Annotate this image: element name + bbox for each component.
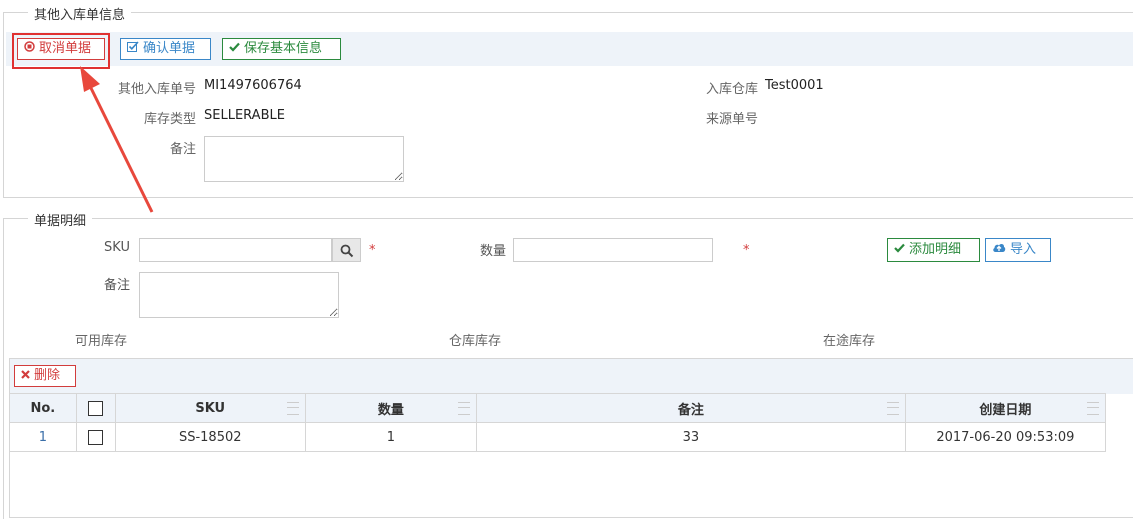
delete-button[interactable]: 删除 bbox=[14, 365, 76, 387]
row-no: 1 bbox=[9, 422, 77, 452]
add-detail-label: 添加明细 bbox=[909, 242, 962, 257]
column-menu-icon[interactable] bbox=[457, 402, 470, 415]
delete-label: 删除 bbox=[34, 368, 61, 383]
row-created: 2017-06-20 09:53:09 bbox=[904, 422, 1107, 452]
qty-label: 数量 bbox=[479, 244, 506, 259]
in-transit-stock-label: 在途库存 bbox=[823, 334, 876, 349]
warehouse-label: 入库仓库 bbox=[705, 82, 758, 97]
import-button[interactable]: 导入 bbox=[985, 238, 1051, 262]
sku-label: SKU bbox=[104, 240, 130, 255]
close-icon bbox=[21, 366, 30, 386]
col-header-created[interactable]: 创建日期 bbox=[904, 393, 1107, 423]
row-checkbox[interactable] bbox=[88, 429, 104, 445]
save-basic-info-label: 保存基本信息 bbox=[244, 41, 323, 56]
select-all-checkbox[interactable] bbox=[88, 400, 104, 416]
check-icon bbox=[894, 239, 905, 261]
col-header-remark-label: 备注 bbox=[677, 402, 704, 418]
remark-textarea[interactable] bbox=[204, 136, 404, 182]
col-header-sku-label: SKU bbox=[195, 400, 226, 416]
col-header-no-label: No. bbox=[30, 400, 56, 416]
detail-table: No. SKU 数量 备注 创建日期 1 SS-18502 1 33 2017-… bbox=[9, 393, 1107, 452]
source-no-label: 来源单号 bbox=[705, 112, 758, 127]
row-checkbox-cell bbox=[75, 422, 116, 452]
add-detail-button[interactable]: 添加明细 bbox=[887, 238, 980, 262]
annotation-arrow bbox=[80, 66, 154, 213]
order-info-title: 其他入库单信息 bbox=[28, 4, 132, 23]
stock-type-value: SELLERABLE bbox=[204, 108, 285, 123]
sku-input[interactable] bbox=[139, 238, 332, 262]
import-label: 导入 bbox=[1010, 242, 1037, 257]
search-icon bbox=[340, 244, 354, 262]
table-header-row: No. SKU 数量 备注 创建日期 bbox=[9, 393, 1107, 423]
confirm-order-button[interactable]: 确认单据 bbox=[120, 38, 211, 60]
col-header-qty-label: 数量 bbox=[377, 402, 404, 418]
save-basic-info-button[interactable]: 保存基本信息 bbox=[222, 38, 341, 60]
check-square-icon bbox=[127, 39, 139, 59]
confirm-order-label: 确认单据 bbox=[143, 41, 196, 56]
table-row[interactable]: 1 SS-18502 1 33 2017-06-20 09:53:09 bbox=[9, 422, 1107, 452]
detail-remark-textarea[interactable] bbox=[139, 272, 339, 318]
row-remark: 33 bbox=[475, 422, 906, 452]
row-qty: 1 bbox=[304, 422, 477, 452]
col-header-no: No. bbox=[9, 393, 77, 423]
check-icon bbox=[229, 39, 240, 59]
warehouse-value: Test0001 bbox=[765, 78, 824, 93]
column-menu-icon[interactable] bbox=[1087, 402, 1099, 415]
cancel-order-label: 取消单据 bbox=[39, 41, 92, 56]
col-header-sku[interactable]: SKU bbox=[114, 393, 306, 423]
available-stock-label: 可用库存 bbox=[75, 334, 128, 349]
order-no-value: MI1497606764 bbox=[204, 78, 302, 93]
row-sku: SS-18502 bbox=[114, 422, 306, 452]
qty-input[interactable] bbox=[513, 238, 713, 262]
cloud-upload-icon bbox=[992, 239, 1006, 261]
column-menu-icon[interactable] bbox=[286, 402, 299, 415]
circle-stop-icon bbox=[24, 39, 35, 59]
detail-title: 单据明细 bbox=[28, 210, 93, 229]
col-header-checkbox bbox=[75, 393, 116, 423]
sku-search-button[interactable] bbox=[332, 238, 361, 262]
detail-remark-label: 备注 bbox=[103, 278, 130, 293]
column-menu-icon[interactable] bbox=[886, 402, 899, 415]
grid-toolbar bbox=[10, 359, 1133, 394]
detail-grid: 删除 No. SKU 数量 备注 创建日期 1 SS-18502 1 33 20… bbox=[9, 358, 1133, 518]
warehouse-stock-label: 仓库库存 bbox=[449, 334, 502, 349]
col-header-remark[interactable]: 备注 bbox=[475, 393, 906, 423]
col-header-created-label: 创建日期 bbox=[979, 402, 1032, 418]
qty-required-mark: * bbox=[743, 243, 750, 258]
cancel-order-button[interactable]: 取消单据 bbox=[17, 38, 105, 60]
col-header-qty[interactable]: 数量 bbox=[304, 393, 477, 423]
sku-required-mark: * bbox=[369, 243, 376, 258]
